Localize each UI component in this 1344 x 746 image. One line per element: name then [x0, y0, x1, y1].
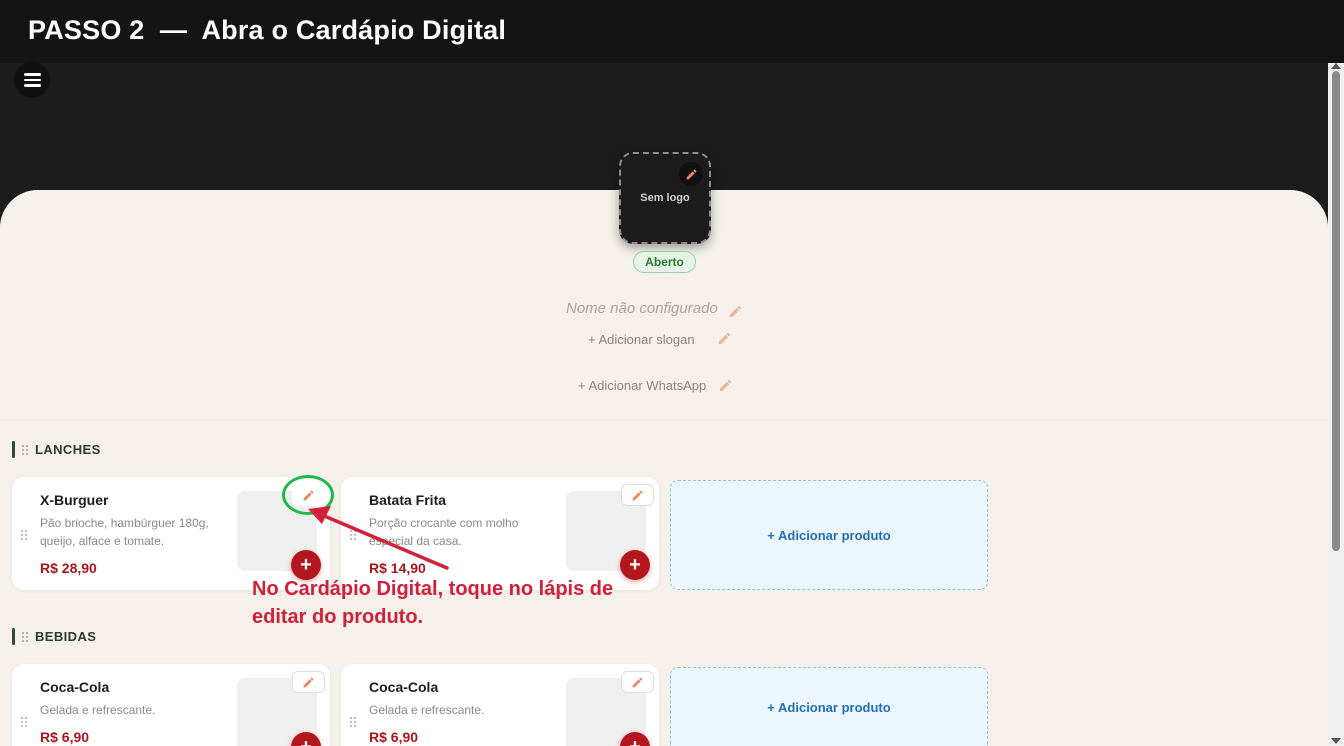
vertical-scrollbar[interactable] [1328, 63, 1344, 746]
scroll-up-icon[interactable] [1331, 63, 1341, 69]
scroll-down-icon[interactable] [1331, 738, 1341, 744]
annotation-text: No Cardápio Digital, toque no lápis de e… [252, 578, 614, 628]
annotation-arrow [308, 506, 449, 570]
scrollbar-thumb[interactable] [1332, 71, 1340, 551]
